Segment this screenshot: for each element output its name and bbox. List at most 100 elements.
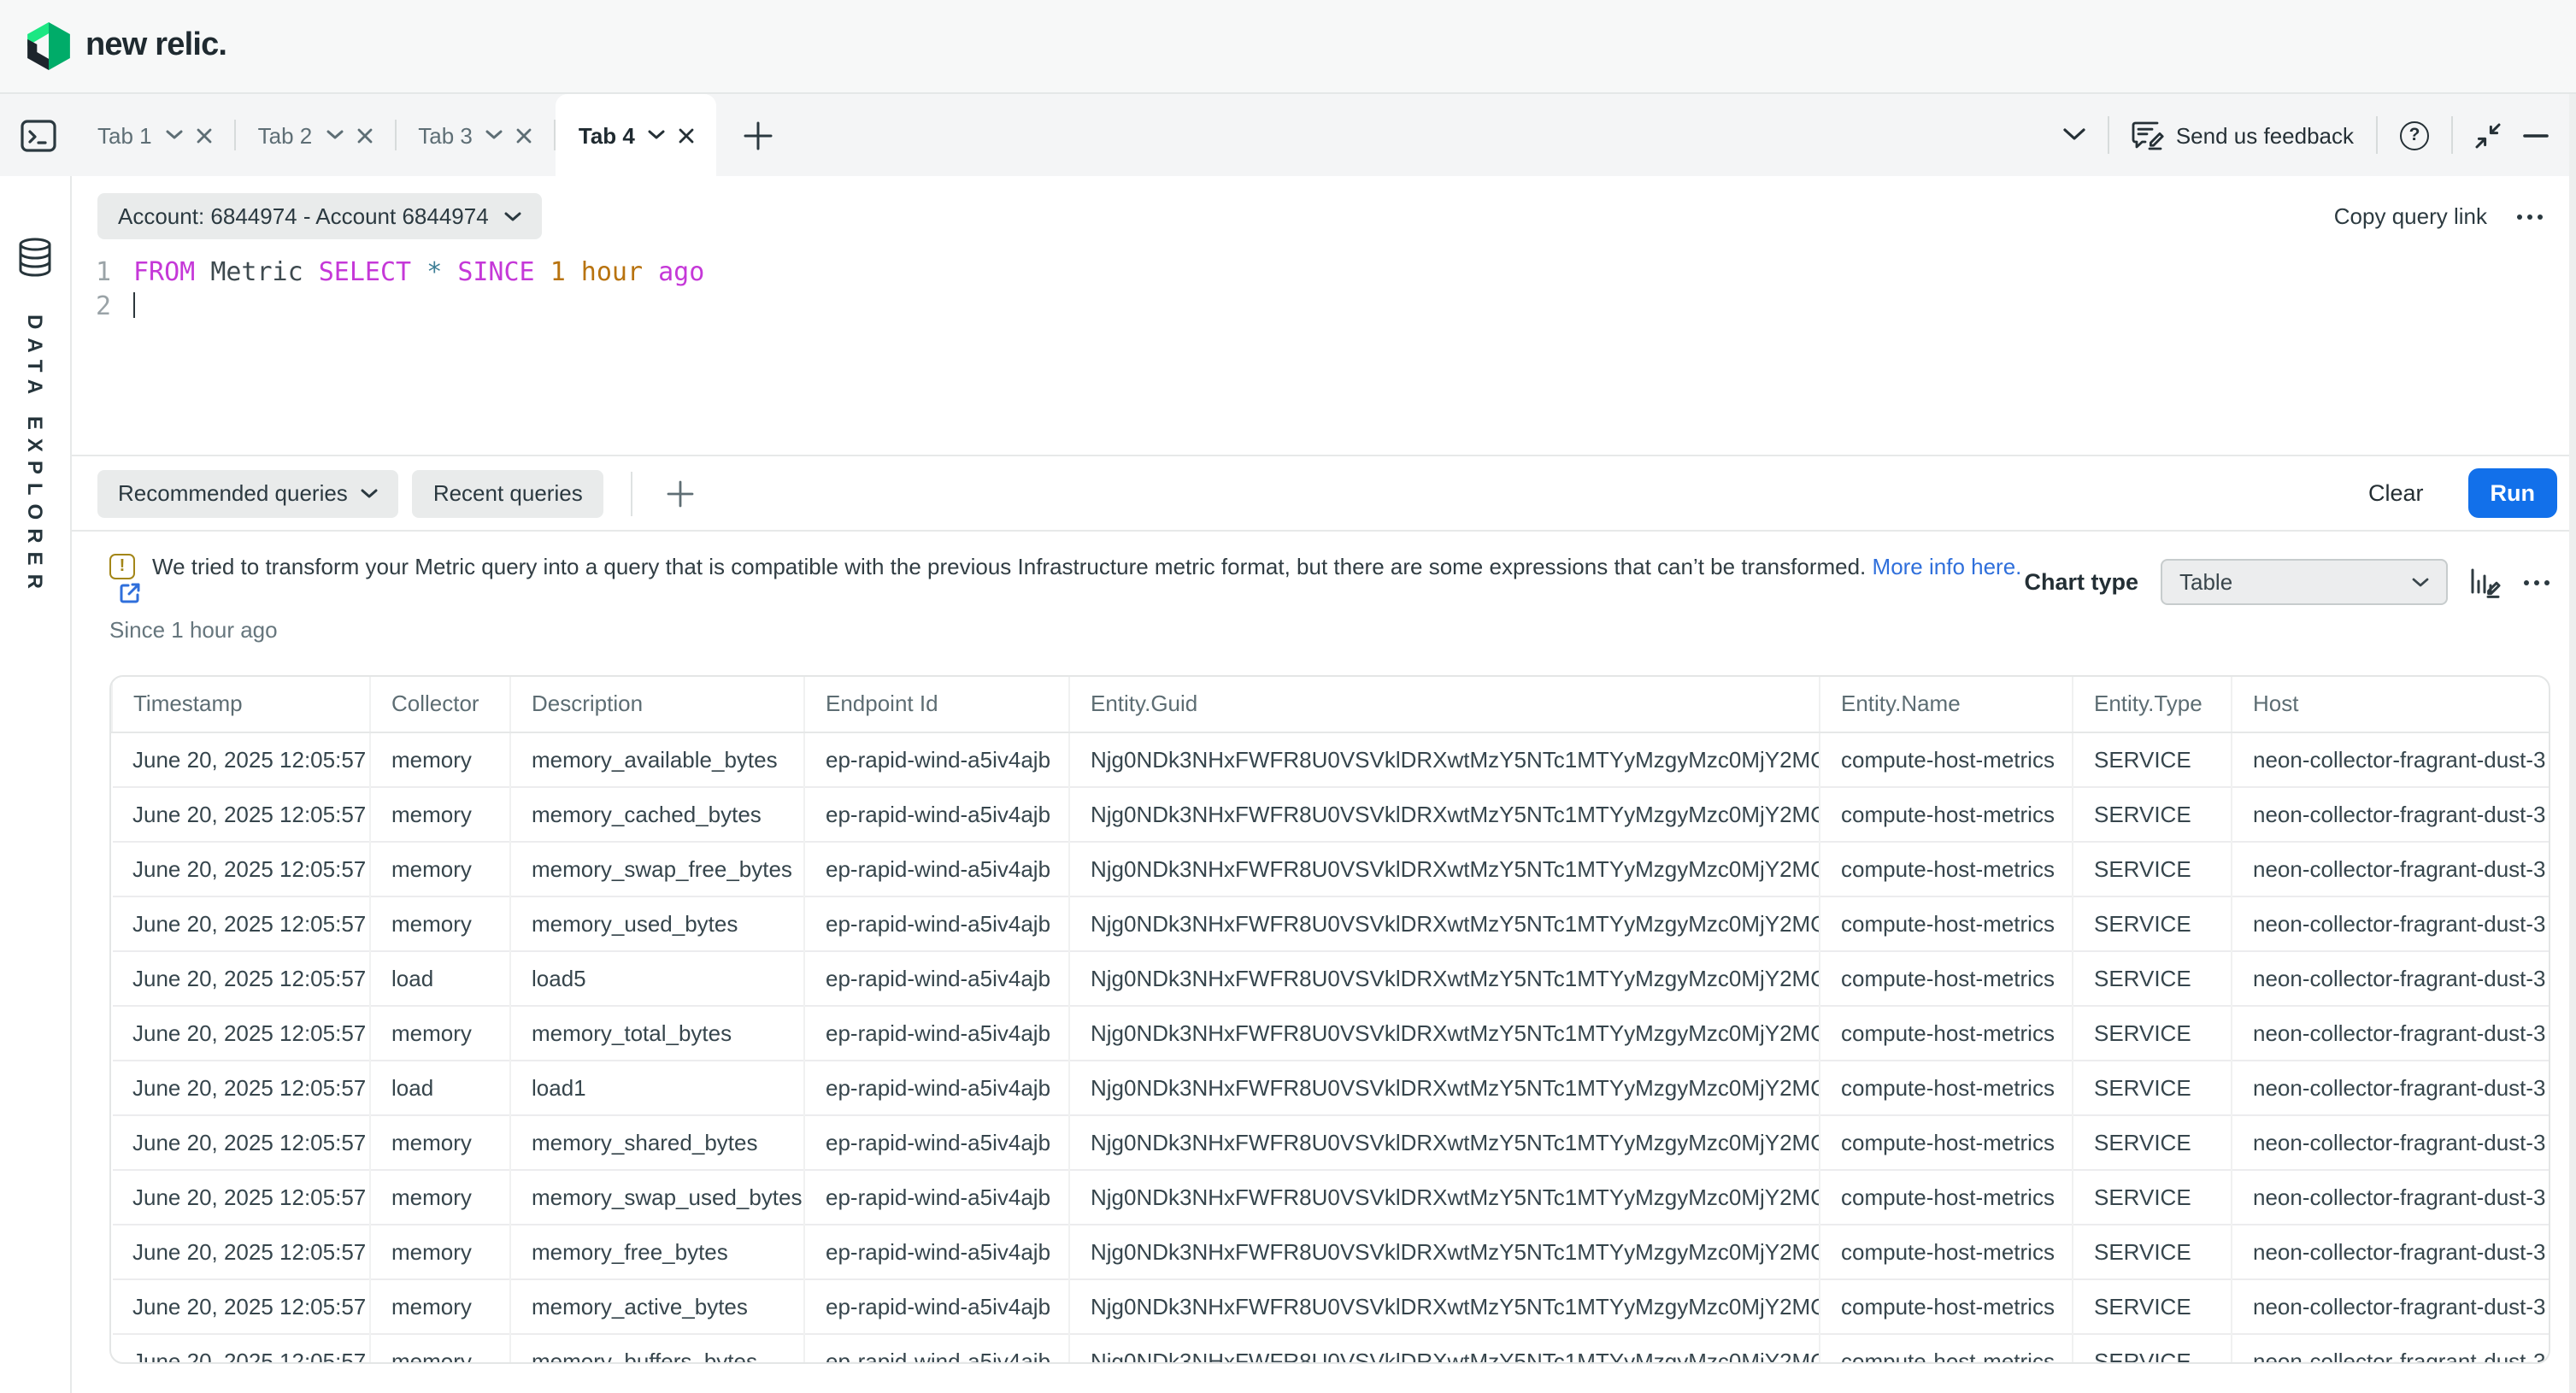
chevron-down-icon[interactable] <box>649 130 666 140</box>
cell-collector: memory <box>370 1005 510 1060</box>
cell-entity-type: SERVICE <box>2073 732 2232 786</box>
column-header[interactable]: Description <box>510 677 804 732</box>
query-token <box>442 256 457 287</box>
more-options-icon[interactable] <box>2523 579 2550 585</box>
cell-entity-guid: Njg0NDk3NHxFWFR8U0VSVklDRXwtMzY5NTc1MTYy… <box>1069 1169 1820 1224</box>
table-row[interactable]: June 20, 2025 12:05:57 memory memory_ava… <box>112 732 2550 786</box>
column-header[interactable]: Endpoint Id <box>804 677 1069 732</box>
column-header[interactable]: Host <box>2232 677 2550 732</box>
cell-entity-name: compute-host-metrics <box>1820 1169 2073 1224</box>
column-header[interactable]: Timestamp <box>112 677 370 732</box>
add-query-button[interactable] <box>660 479 701 507</box>
cell-entity-type: SERVICE <box>2073 1005 2232 1060</box>
table-row[interactable]: June 20, 2025 12:05:57 load load5 ep-rap… <box>112 950 2550 1005</box>
column-header[interactable]: Entity.Type <box>2073 677 2232 732</box>
recent-queries-button[interactable]: Recent queries <box>413 469 603 517</box>
table-row[interactable]: June 20, 2025 12:05:57 memory memory_swa… <box>112 1169 2550 1224</box>
cell-host: neon-collector-fragrant-dust-3 <box>2232 896 2550 950</box>
cell-entity-guid: Njg0NDk3NHxFWFR8U0VSVklDRXwtMzY5NTc1MTYy… <box>1069 1333 1820 1364</box>
edit-chart-icon[interactable] <box>2470 567 2501 597</box>
chevron-down-icon[interactable] <box>166 130 183 140</box>
query-console-icon[interactable] <box>0 94 75 176</box>
more-info-link[interactable]: More info here. <box>1873 554 2022 579</box>
tab-overflow-chevron-icon[interactable] <box>2063 128 2085 142</box>
table-row[interactable]: June 20, 2025 12:05:57 load load1 ep-rap… <box>112 1060 2550 1114</box>
clear-button[interactable]: Clear <box>2368 480 2424 506</box>
account-selector[interactable]: Account: 6844974 - Account 6844974 <box>97 193 542 239</box>
column-header[interactable]: Entity.Name <box>1820 677 2073 732</box>
query-text: FROM Metric SELECT * SINCE 1 hour ago <box>133 255 704 289</box>
new-tab-button[interactable] <box>717 94 801 176</box>
feedback-icon <box>2132 120 2164 150</box>
chevron-down-icon[interactable] <box>486 130 503 140</box>
new-relic-logo[interactable]: new relic. <box>27 22 226 70</box>
cell-entity-guid: Njg0NDk3NHxFWFR8U0VSVklDRXwtMzY5NTc1MTYy… <box>1069 841 1820 896</box>
table-header-row: TimestampCollectorDescriptionEndpoint Id… <box>112 677 2550 732</box>
cell-entity-name: compute-host-metrics <box>1820 841 2073 896</box>
close-icon[interactable] <box>679 127 695 143</box>
more-options-icon[interactable] <box>2516 213 2544 220</box>
cell-endpoint-id: ep-rapid-wind-a5iv4ajb <box>804 896 1069 950</box>
cell-entity-type: SERVICE <box>2073 950 2232 1005</box>
nrql-editor[interactable]: 1 FROM Metric SELECT * SINCE 1 hour ago … <box>72 239 2576 455</box>
table-row[interactable]: June 20, 2025 12:05:57 memory memory_act… <box>112 1278 2550 1333</box>
cell-host: neon-collector-fragrant-dust-3 <box>2232 1224 2550 1278</box>
column-header[interactable]: Collector <box>370 677 510 732</box>
cell-collector: memory <box>370 1278 510 1333</box>
table-row[interactable]: June 20, 2025 12:05:57 memory memory_cac… <box>112 786 2550 841</box>
cell-entity-type: SERVICE <box>2073 1278 2232 1333</box>
cell-timestamp: June 20, 2025 12:05:57 <box>112 1114 370 1169</box>
cell-timestamp: June 20, 2025 12:05:57 <box>112 1060 370 1114</box>
column-header[interactable]: Entity.Guid <box>1069 677 1820 732</box>
table-row[interactable]: June 20, 2025 12:05:57 memory memory_swa… <box>112 841 2550 896</box>
results-table-card: TimestampCollectorDescriptionEndpoint Id… <box>109 675 2550 1364</box>
close-icon[interactable] <box>197 127 212 143</box>
cell-timestamp: June 20, 2025 12:05:57 <box>112 896 370 950</box>
cell-entity-name: compute-host-metrics <box>1820 1114 2073 1169</box>
tab-4-active[interactable]: Tab 4 <box>556 94 717 176</box>
recommended-queries-button[interactable]: Recommended queries <box>97 469 399 517</box>
cell-host: neon-collector-fragrant-dust-3 <box>2232 732 2550 786</box>
cell-entity-name: compute-host-metrics <box>1820 1333 2073 1364</box>
app-window: new relic. Tab 1 Tab 2 <box>0 0 2576 1393</box>
table-row[interactable]: June 20, 2025 12:05:57 memory memory_tot… <box>112 1005 2550 1060</box>
query-token: 1 hour <box>550 256 643 287</box>
data-explorer-rail[interactable]: DATA EXPLORER <box>0 176 72 1393</box>
table-row[interactable]: June 20, 2025 12:05:57 memory memory_buf… <box>112 1333 2550 1364</box>
collapse-icon[interactable] <box>2475 122 2501 148</box>
table-row[interactable]: June 20, 2025 12:05:57 memory memory_sha… <box>112 1114 2550 1169</box>
table-row[interactable]: June 20, 2025 12:05:57 memory memory_use… <box>112 896 2550 950</box>
query-token: SELECT <box>319 256 411 287</box>
results-header: ! We tried to transform your Metric quer… <box>109 552 2550 646</box>
cell-entity-type: SERVICE <box>2073 1333 2232 1364</box>
help-icon[interactable]: ? <box>2400 120 2429 150</box>
cell-entity-guid: Njg0NDk3NHxFWFR8U0VSVklDRXwtMzY5NTc1MTYy… <box>1069 1278 1820 1333</box>
query-token: FROM <box>133 256 195 287</box>
chart-type-select[interactable]: Table <box>2161 559 2448 605</box>
scrollbar-track[interactable] <box>2569 94 2576 1393</box>
external-link-icon[interactable] <box>120 583 2021 607</box>
cell-entity-name: compute-host-metrics <box>1820 1005 2073 1060</box>
tab-1[interactable]: Tab 1 <box>75 94 234 176</box>
chart-type-label: Chart type <box>2024 569 2138 595</box>
cell-collector: memory <box>370 896 510 950</box>
copy-query-link-button[interactable]: Copy query link <box>2334 203 2487 229</box>
cell-entity-guid: Njg0NDk3NHxFWFR8U0VSVklDRXwtMzY5NTc1MTYy… <box>1069 1114 1820 1169</box>
table-row[interactable]: June 20, 2025 12:05:57 memory memory_fre… <box>112 1224 2550 1278</box>
tab-2[interactable]: Tab 2 <box>236 94 395 176</box>
cell-host: neon-collector-fragrant-dust-3 <box>2232 1114 2550 1169</box>
cell-endpoint-id: ep-rapid-wind-a5iv4ajb <box>804 1060 1069 1114</box>
chevron-down-icon[interactable] <box>326 130 343 140</box>
run-button[interactable]: Run <box>2468 468 2558 518</box>
minimize-icon[interactable] <box>2523 132 2549 138</box>
query-toolbar: Recommended queries Recent queries Clear… <box>72 455 2576 530</box>
tab-list: Tab 1 Tab 2 Tab 3 <box>75 94 717 176</box>
close-icon[interactable] <box>356 127 372 143</box>
query-token <box>195 256 210 287</box>
tab-3[interactable]: Tab 3 <box>396 94 555 176</box>
warning-icon: ! <box>109 554 135 579</box>
close-icon[interactable] <box>517 127 532 143</box>
cell-collector: load <box>370 950 510 1005</box>
cell-collector: memory <box>370 841 510 896</box>
send-feedback-button[interactable]: Send us feedback <box>2132 120 2354 150</box>
